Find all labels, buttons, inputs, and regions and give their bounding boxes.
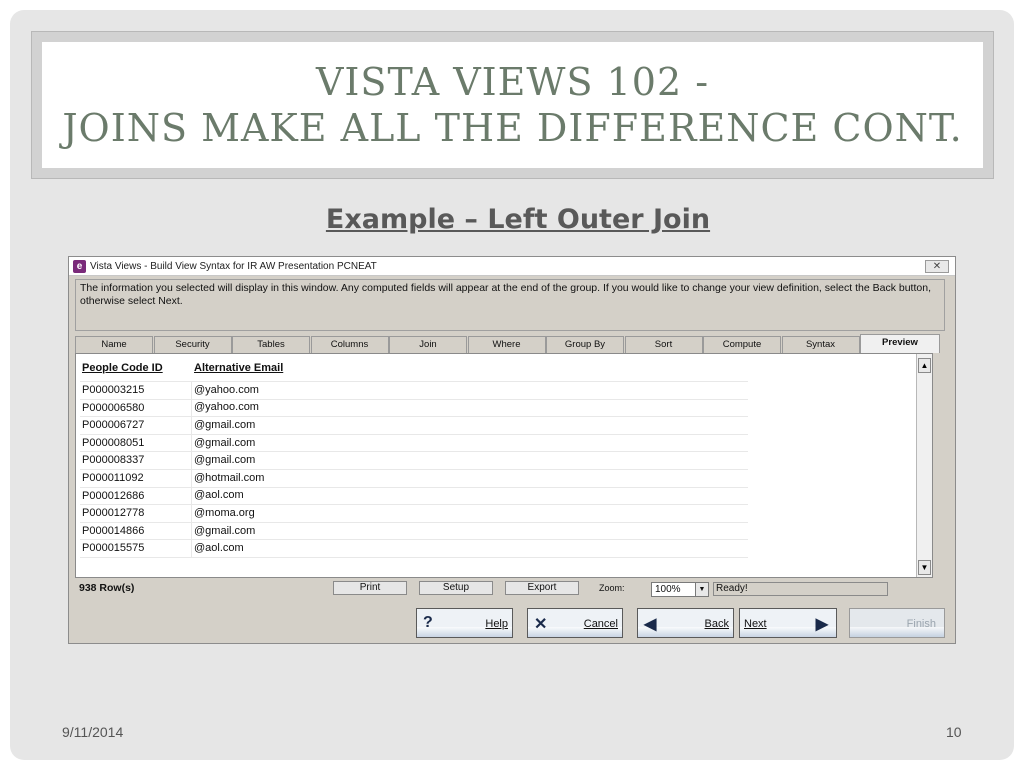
zoom-label: Zoom: (599, 583, 625, 593)
table-row[interactable]: P000012778 @moma.org (80, 505, 748, 523)
cell-alternative-email: @gmail.com (194, 436, 256, 449)
next-label: Next (744, 618, 767, 630)
cell-people-code-id: P000014866 (80, 522, 192, 540)
scroll-down-icon[interactable]: ▼ (918, 560, 931, 575)
back-label: Back (704, 618, 729, 630)
tab-sort[interactable]: Sort (624, 336, 703, 353)
back-button[interactable]: ◀ Back (637, 608, 734, 638)
close-x-icon: ✕ (534, 616, 548, 633)
window-titlebar: e Vista Views - Build View Syntax for IR… (69, 257, 955, 276)
next-arrow-icon: ▶ (815, 616, 828, 633)
cell-people-code-id: P000012778 (80, 505, 192, 522)
status-message: Ready! (713, 582, 888, 596)
slide-subtitle: Example – Left Outer Join (325, 204, 711, 235)
table-row[interactable]: P000008051 @gmail.com (80, 434, 748, 453)
table-row[interactable]: P000008337 @gmail.com (80, 452, 748, 470)
close-button[interactable]: ✕ (925, 260, 949, 273)
cell-alternative-email: @yahoo.com (194, 383, 259, 396)
table-row[interactable]: P000015575 @aol.com (80, 540, 748, 558)
cell-people-code-id: P000008051 (80, 434, 192, 452)
tab-compute[interactable]: Compute (703, 336, 781, 353)
setup-button[interactable]: Setup (419, 581, 493, 595)
table-row[interactable]: P000011092 @hotmail.com (80, 469, 748, 488)
cell-people-code-id: P000006580 (80, 399, 192, 417)
results-table: People Code ID Alternative Email P000003… (80, 354, 748, 558)
table-row[interactable]: P000012686 @aol.com (80, 487, 748, 506)
title-panel: Vista Views 102 - Joins Make All The Dif… (42, 42, 983, 168)
cell-alternative-email: @aol.com (194, 489, 244, 502)
question-mark-icon: ? (423, 614, 433, 631)
cell-alternative-email: @aol.com (194, 542, 244, 555)
tab-preview[interactable]: Preview (860, 334, 940, 353)
cell-alternative-email: @gmail.com (194, 524, 256, 537)
row-count: 938 Row(s) (79, 582, 135, 594)
table-row[interactable]: P000006580 @yahoo.com (80, 399, 748, 418)
cell-people-code-id: P000015575 (80, 540, 192, 557)
slide-page-number: 10 (946, 724, 962, 740)
tab-name[interactable]: Name (75, 336, 153, 353)
chevron-down-icon[interactable]: ▼ (695, 583, 708, 596)
cancel-button[interactable]: ✕ Cancel (527, 608, 623, 638)
slide-date: 9/11/2014 (62, 724, 124, 740)
tab-syntax[interactable]: Syntax (781, 336, 860, 353)
table-row[interactable]: P000006727 @gmail.com (80, 417, 748, 435)
export-button[interactable]: Export (505, 581, 579, 595)
cell-alternative-email: @hotmail.com (194, 471, 265, 484)
cell-people-code-id: P000012686 (80, 487, 192, 505)
tab-strip: Name Security Tables Columns Join Where … (75, 334, 947, 353)
slide-title-line-2: Joins Make All The Difference Cont. (62, 106, 963, 150)
app-icon: e (73, 259, 86, 273)
tab-security[interactable]: Security (153, 336, 232, 353)
cell-people-code-id: P000006727 (80, 417, 192, 434)
vertical-scrollbar[interactable]: ▲ ▼ (916, 354, 932, 577)
finish-label: Finish (906, 618, 936, 630)
cell-people-code-id: P000011092 (80, 469, 192, 487)
back-arrow-icon: ◀ (644, 616, 657, 633)
tab-where[interactable]: Where (467, 336, 546, 353)
cell-alternative-email: @yahoo.com (194, 401, 259, 414)
tab-group-by[interactable]: Group By (546, 336, 624, 353)
table-row[interactable]: P000003215 @yahoo.com (80, 382, 748, 400)
tab-columns[interactable]: Columns (310, 336, 389, 353)
scroll-up-icon[interactable]: ▲ (918, 358, 931, 373)
status-bar: 938 Row(s) Print Setup Export Zoom: 100%… (75, 579, 933, 599)
cell-people-code-id: P000008337 (80, 452, 192, 469)
cell-alternative-email: @gmail.com (194, 454, 256, 467)
app-window: e Vista Views - Build View Syntax for IR… (68, 256, 956, 644)
window-title: Vista Views - Build View Syntax for IR A… (90, 260, 377, 272)
tab-tables[interactable]: Tables (232, 336, 310, 353)
table-row[interactable]: P000014866 @gmail.com (80, 522, 748, 541)
help-button[interactable]: ? Help (416, 608, 513, 638)
slide-title-line-1: Vista Views 102 - (315, 60, 710, 104)
title-frame: Vista Views 102 - Joins Make All The Dif… (31, 31, 994, 179)
help-label: Help (485, 618, 508, 630)
tab-join[interactable]: Join (389, 336, 467, 353)
next-button[interactable]: Next ▶ (739, 608, 837, 638)
info-message: The information you selected will displa… (75, 279, 945, 331)
cell-alternative-email: @gmail.com (194, 418, 256, 431)
zoom-value: 100% (655, 584, 681, 595)
preview-grid: People Code ID Alternative Email P000003… (75, 353, 933, 578)
column-header-people-code-id[interactable]: People Code ID (80, 362, 192, 374)
print-button[interactable]: Print (333, 581, 407, 595)
cell-alternative-email: @moma.org (194, 506, 255, 519)
cell-people-code-id: P000003215 (80, 382, 192, 399)
table-header: People Code ID Alternative Email (80, 354, 748, 382)
finish-button[interactable]: Finish (849, 608, 945, 638)
zoom-select[interactable]: 100% ▼ (651, 582, 709, 597)
column-header-alternative-email[interactable]: Alternative Email (192, 362, 492, 374)
cancel-label: Cancel (583, 618, 618, 630)
